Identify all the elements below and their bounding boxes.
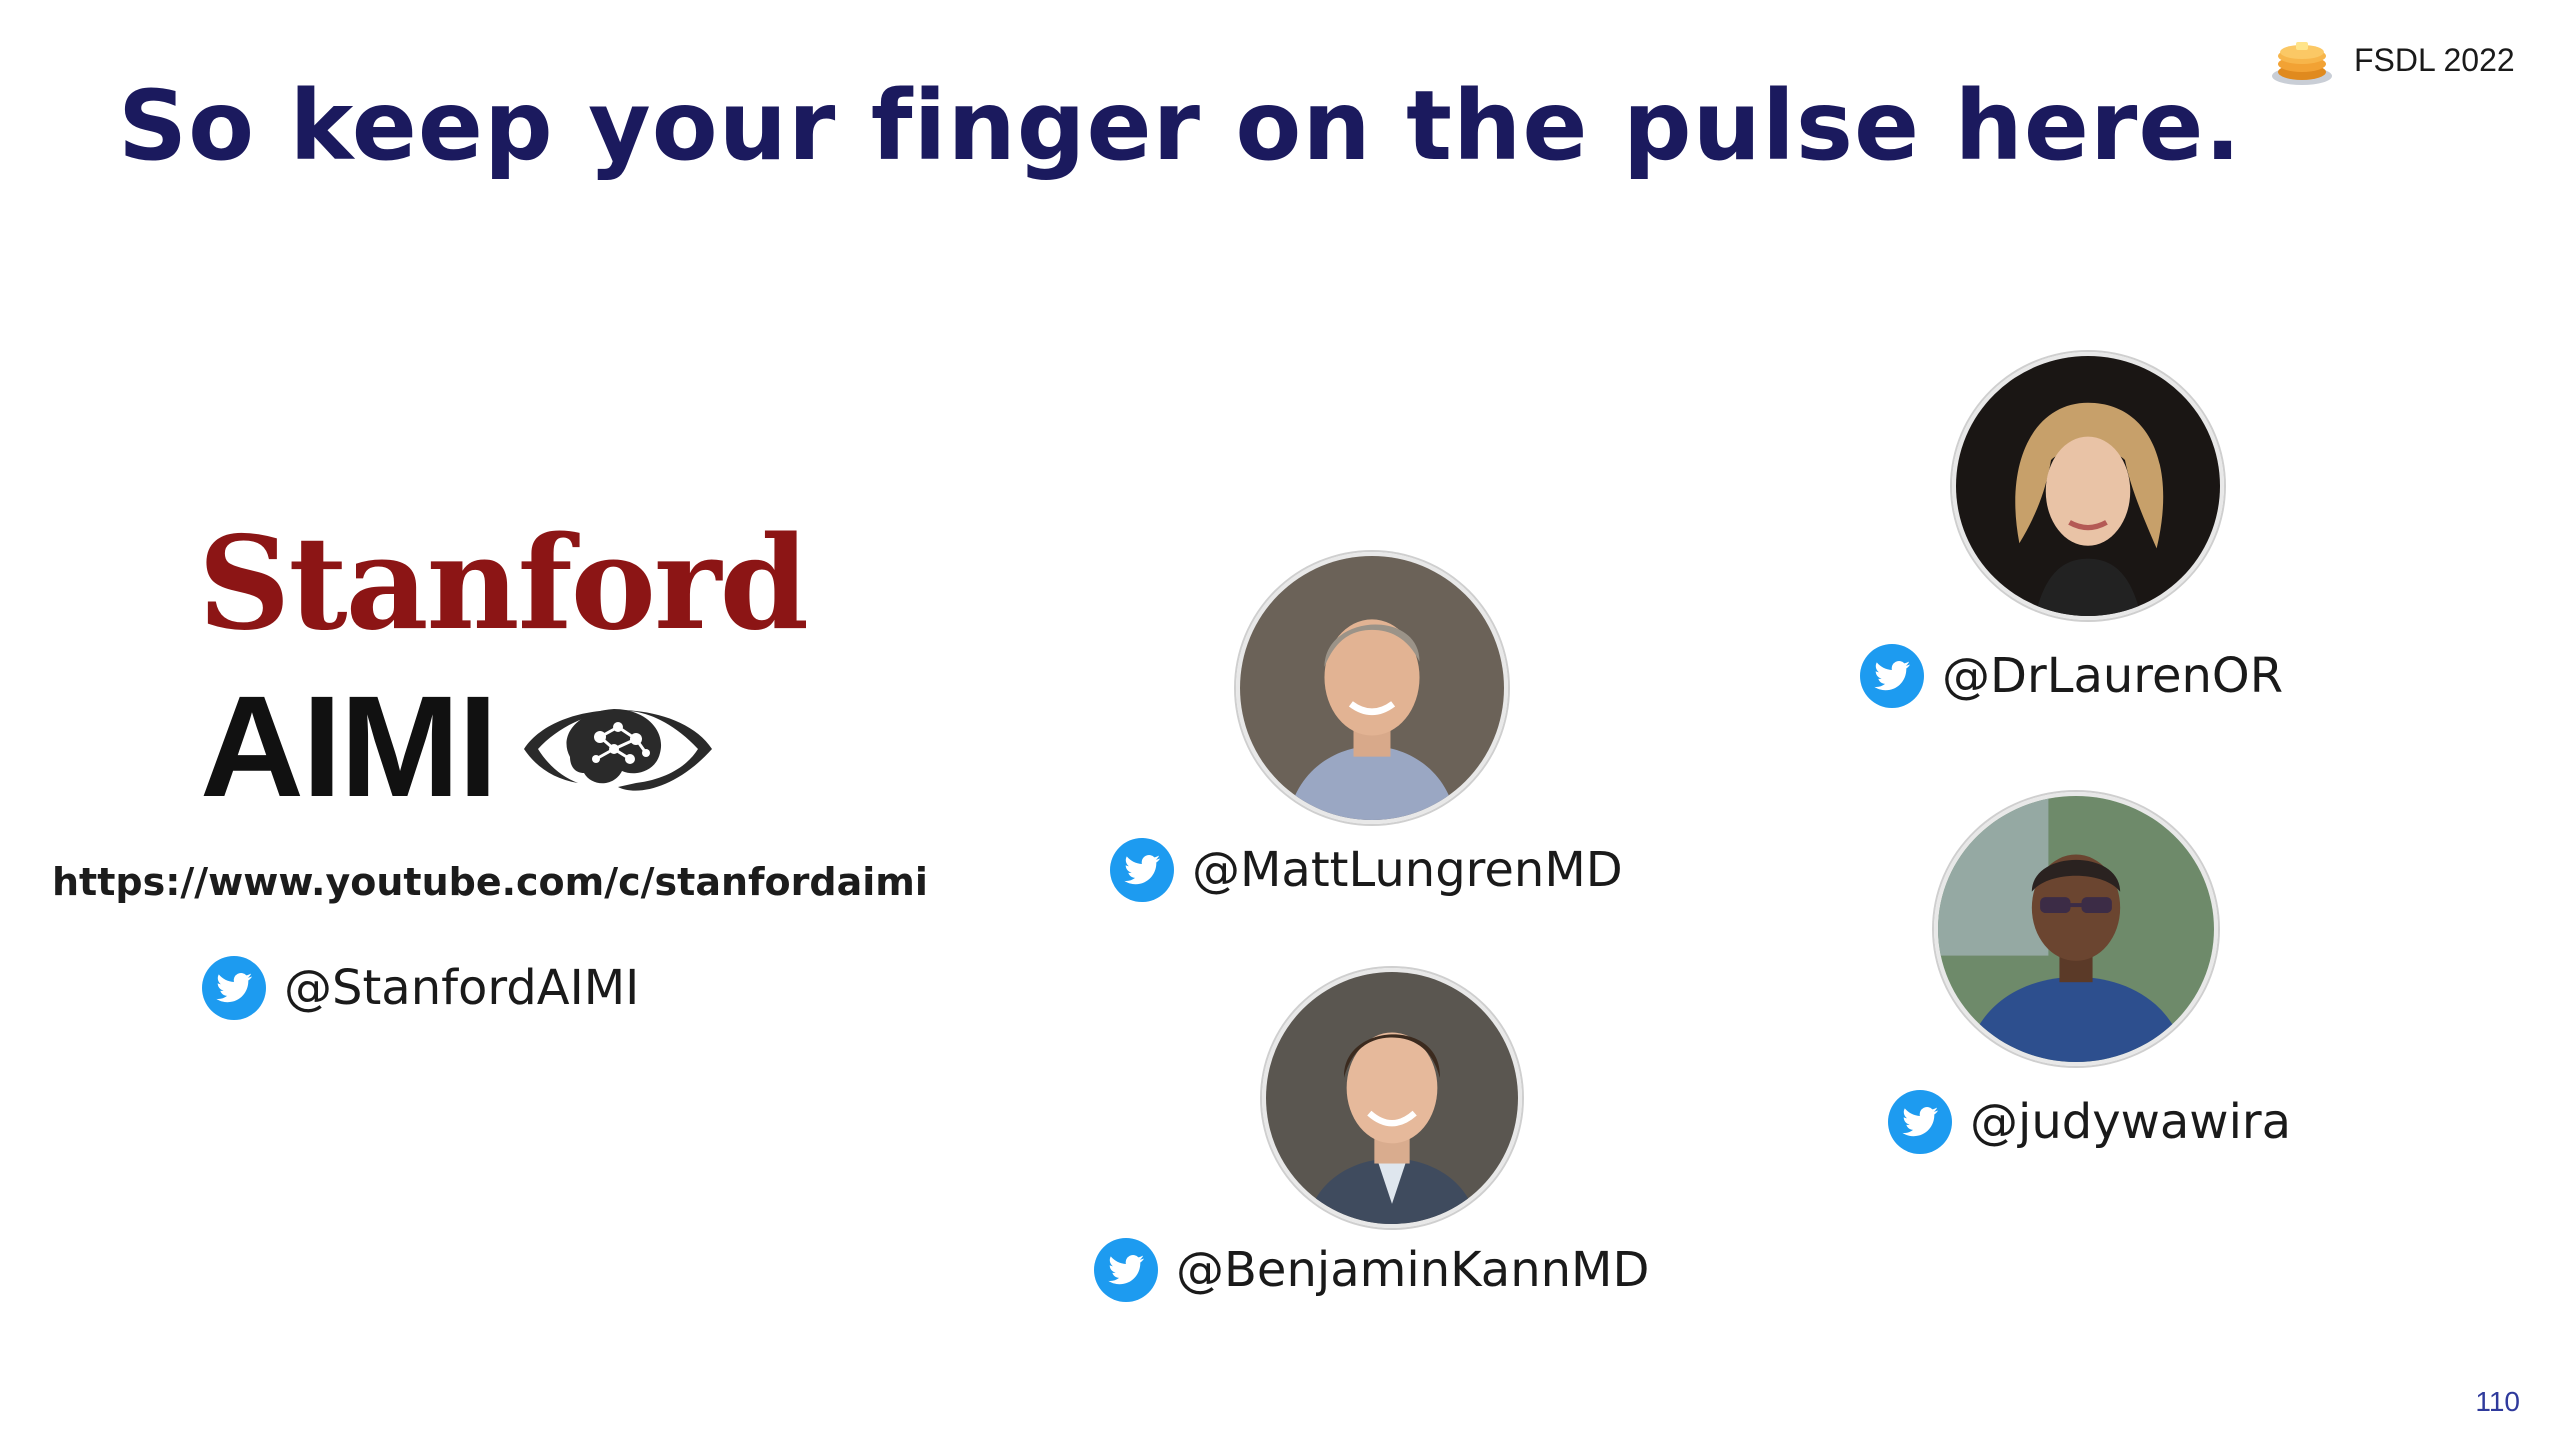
twitter-icon [1860,644,1924,708]
avatar-benjamin-kann [1262,968,1522,1228]
handle-stanfordaimi[interactable]: @StanfordAIMI [202,956,639,1020]
handle-text: @judywawira [1970,1094,2292,1150]
handle-drlaurenor[interactable]: @DrLaurenOR [1860,644,2283,708]
fsdl-badge: FSDL 2022 [2270,30,2515,90]
stanford-wordmark: Stanford [198,509,809,659]
twitter-icon [202,956,266,1020]
avatar-judy-wawira [1934,792,2218,1066]
avatar-matt-lungren [1236,552,1508,824]
twitter-icon [1888,1090,1952,1154]
twitter-icon [1094,1238,1158,1302]
avatar-lauren [1952,352,2224,620]
aimi-logo: AIMI [200,675,718,819]
handle-text: @StanfordAIMI [284,960,640,1016]
twitter-icon [1110,838,1174,902]
page-number: 110 [2475,1386,2520,1417]
pancake-icon [2272,42,2332,85]
handle-benjaminkannmd[interactable]: @BenjaminKannMD [1094,1238,1649,1302]
eye-brain-icon [523,709,712,791]
handle-mattlungrenmd[interactable]: @MattLungrenMD [1110,838,1623,902]
badge-label: FSDL 2022 [2354,41,2515,78]
slide-title: So keep your finger on the pulse here. [118,70,2242,182]
handle-text: @BenjaminKannMD [1176,1242,1650,1298]
handle-text: @MattLungrenMD [1192,842,1623,898]
aimi-wordmark: AIMI [200,666,498,827]
youtube-url[interactable]: https://www.youtube.com/c/stanfordaimi [52,860,928,904]
handle-judywawira[interactable]: @judywawira [1888,1090,2291,1154]
handle-text: @DrLaurenOR [1942,648,2284,704]
